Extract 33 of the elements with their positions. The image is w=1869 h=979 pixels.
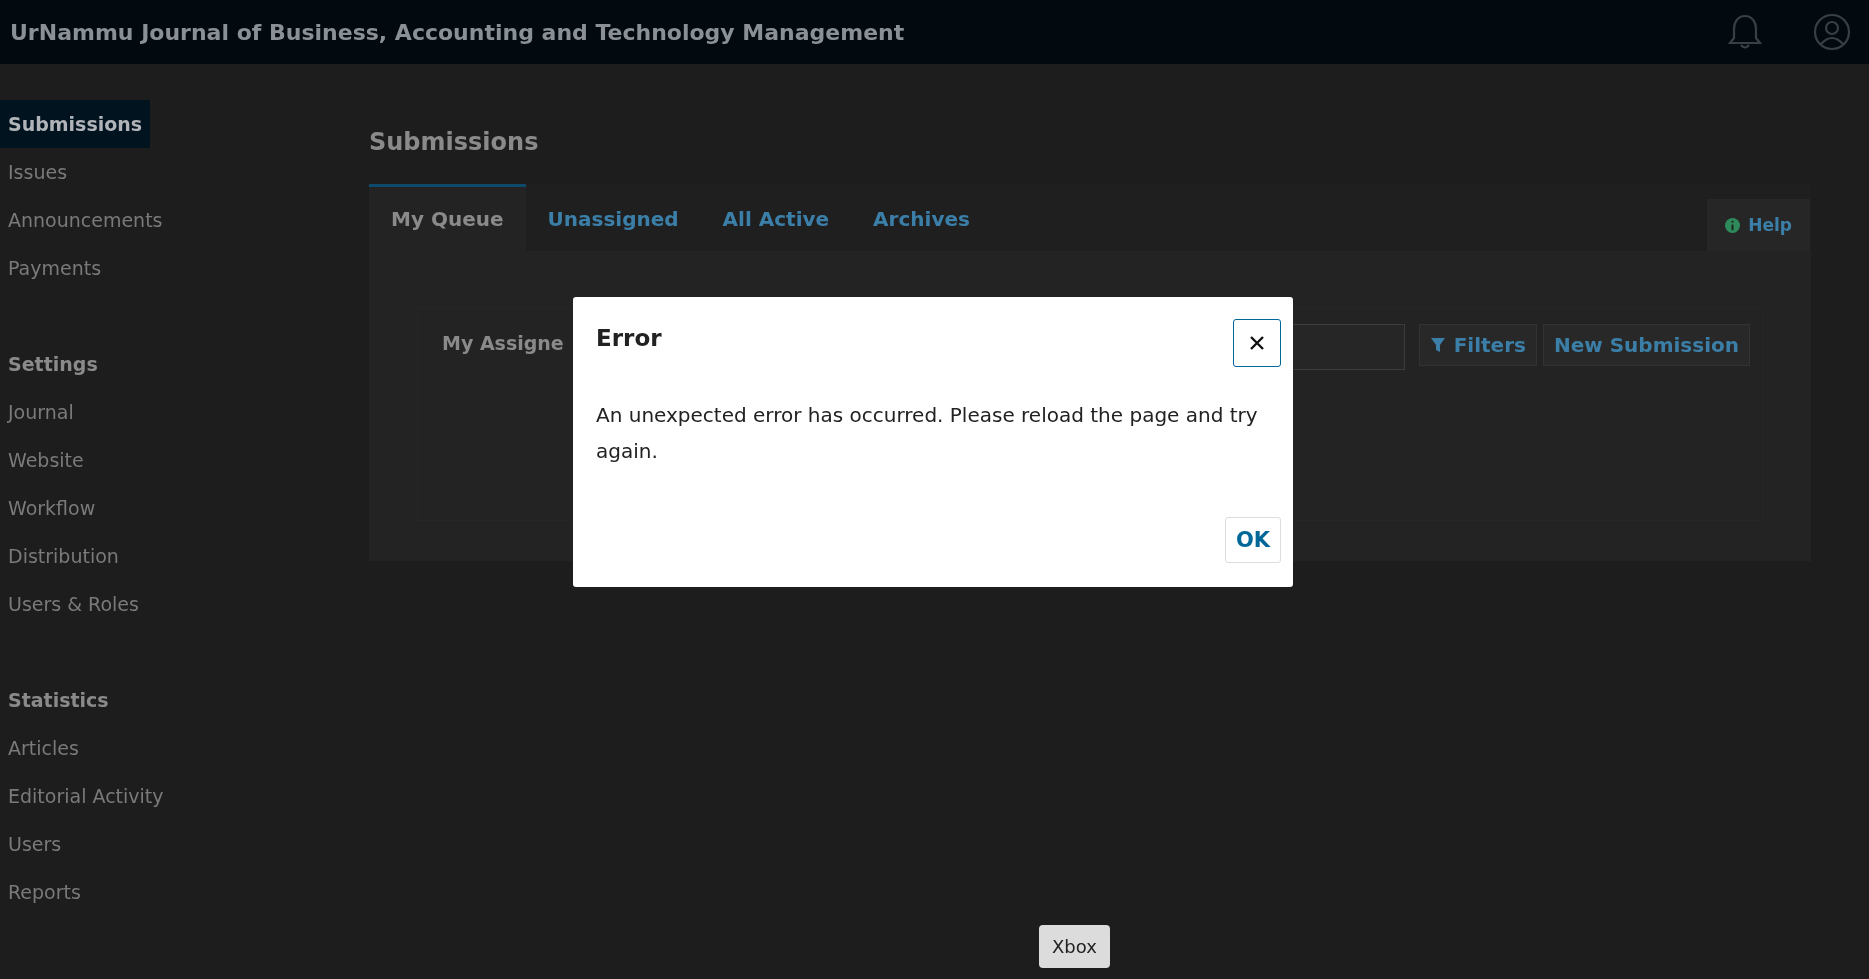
- sidebar-item[interactable]: Submissions: [0, 100, 151, 148]
- filters-button[interactable]: Filters: [1418, 324, 1537, 366]
- sidebar-item[interactable]: Users & Roles: [0, 580, 147, 628]
- panel-title: My Assigne: [442, 332, 564, 354]
- sidebar-item[interactable]: Users: [0, 820, 70, 868]
- tab[interactable]: All Active: [700, 184, 852, 251]
- info-icon: [1725, 217, 1741, 233]
- sidebar-item[interactable]: Workflow: [0, 484, 104, 532]
- dialog-title: Error: [596, 325, 662, 351]
- page-title: Submissions: [369, 128, 540, 156]
- error-message: An unexpected error has occurred. Please reload the page and try again.: [596, 402, 1259, 465]
- sidebar-item[interactable]: Journal: [0, 388, 82, 436]
- sidebar-item[interactable]: Payments: [0, 244, 110, 292]
- sidebar-item[interactable]: Articles: [0, 724, 87, 772]
- sidebar-item[interactable]: Announcements: [0, 196, 171, 244]
- close-button[interactable]: [1233, 319, 1281, 367]
- close-icon: [1249, 335, 1265, 351]
- tab[interactable]: My Queue: [369, 184, 526, 251]
- sidebar-item[interactable]: Distribution: [0, 532, 127, 580]
- sidebar-heading: Statistics: [7, 688, 110, 713]
- new-submission-button[interactable]: New Submission: [1542, 324, 1750, 366]
- sidebar-heading: Settings: [7, 352, 99, 377]
- journal-title: UrNammu Journal of Business, Accounting and Technology Management: [10, 19, 906, 45]
- sidebar-item[interactable]: Reports: [0, 868, 89, 916]
- filter-icon: [1429, 337, 1446, 353]
- tab[interactable]: Unassigned: [525, 184, 701, 251]
- sidebar-item[interactable]: Issues: [0, 148, 76, 196]
- help-button[interactable]: Help: [1707, 199, 1810, 251]
- sidebar-item[interactable]: Editorial Activity: [0, 772, 172, 820]
- tab[interactable]: Archives: [851, 184, 992, 251]
- ok-button[interactable]: OK: [1224, 517, 1281, 563]
- tooltip: Xbox: [1039, 925, 1110, 968]
- sidebar-item[interactable]: Website: [0, 436, 92, 484]
